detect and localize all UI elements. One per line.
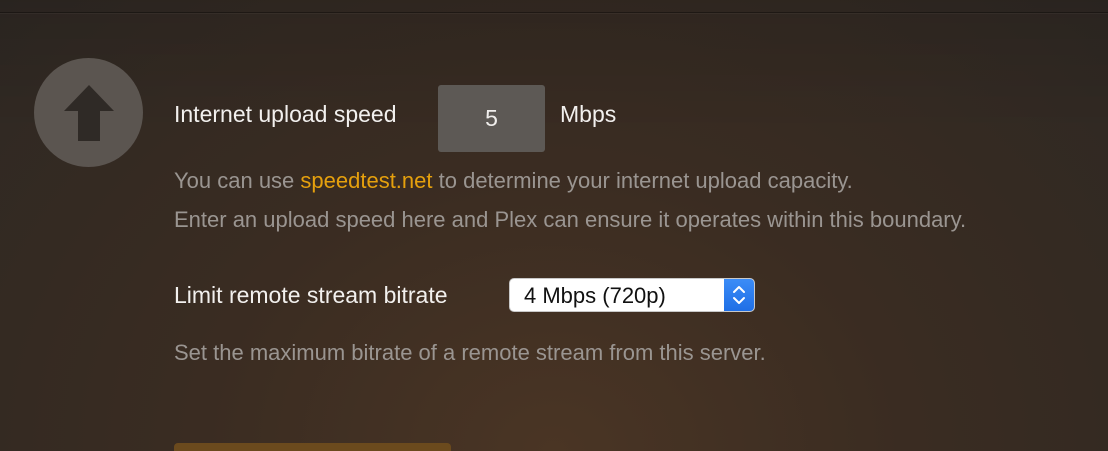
bitrate-select-value: 4 Mbps (720p) (524, 283, 666, 308)
upload-speed-label: Internet upload speed (174, 101, 397, 127)
upload-speed-input[interactable] (438, 85, 545, 152)
arrow-up-icon (63, 84, 114, 141)
bitrate-label: Limit remote stream bitrate (174, 282, 448, 308)
upload-arrow-icon (34, 58, 143, 167)
upload-help-suffix: to determine your internet upload capaci… (432, 168, 853, 193)
upload-help-line2: Enter an upload speed here and Plex can … (174, 207, 967, 232)
upload-help-line1: You can use speedtest.net to determine y… (174, 168, 853, 194)
upload-speed-unit: Mbps (560, 101, 617, 127)
chevron-up-down-icon[interactable] (724, 279, 754, 311)
bitrate-select[interactable]: 4 Mbps (720p) (509, 278, 755, 312)
top-divider (0, 12, 1108, 13)
bitrate-help: Set the maximum bitrate of a remote stre… (174, 340, 766, 365)
save-button[interactable] (174, 443, 451, 451)
upload-help-prefix: You can use (174, 168, 301, 193)
speedtest-link[interactable]: speedtest.net (300, 168, 432, 193)
